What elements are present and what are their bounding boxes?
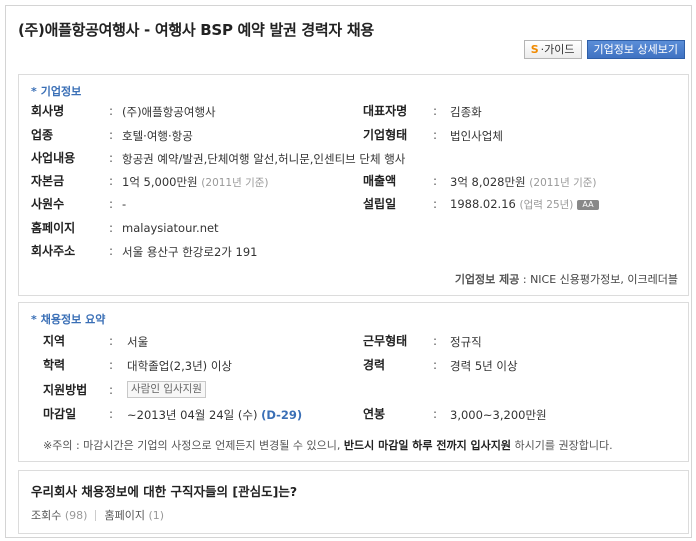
divider xyxy=(95,509,97,521)
sales-note: (2011년 기준) xyxy=(529,177,597,189)
section-heading: * 기업정보 xyxy=(31,83,81,99)
sales-value: 3억 8,028만원 (2011년 기준) xyxy=(450,174,597,190)
job-posting-panel: (주)애플항공여행사 - 여행사 BSP 예약 발권 경력자 채용 S ·가이드… xyxy=(5,5,692,538)
colon: : xyxy=(109,197,114,211)
homepage-visits-count: (1) xyxy=(148,509,165,522)
company-name-value: (주)애플항공여행사 xyxy=(122,105,216,119)
notice-prefix: ※주의 : 마감시간은 기업의 사정으로 언제든지 변경될 수 있으니, xyxy=(43,439,344,452)
salary-label: 연봉 xyxy=(363,406,386,421)
employees-label: 사원수 xyxy=(31,196,65,211)
business-label: 사업내용 xyxy=(31,150,76,165)
business-value: 항공권 예약/발권,단체여행 알선,허니문,인센티브 단체 행사 xyxy=(122,152,406,166)
colon: : xyxy=(433,128,438,142)
capital-amount: 1억 5,000만원 xyxy=(122,175,198,189)
notice-bold: 반드시 마감일 하루 전까지 입사지원 xyxy=(343,439,512,452)
colon: : xyxy=(433,407,438,421)
saramin-apply-button[interactable]: 사람인 입사지원 xyxy=(127,381,206,398)
header-buttons: S ·가이드 기업정보 상세보기 xyxy=(523,40,685,59)
views-count: (98) xyxy=(64,509,88,522)
section-title: 채용정보 요약 xyxy=(40,313,106,326)
homepage-link[interactable]: malaysiatour.net xyxy=(122,221,219,235)
colon: : xyxy=(109,174,114,188)
colon: : xyxy=(109,244,114,258)
company-name-label: 회사명 xyxy=(31,103,65,118)
employees-value: - xyxy=(122,197,127,211)
colon: : xyxy=(109,407,114,421)
company-detail-button[interactable]: 기업정보 상세보기 xyxy=(586,40,685,59)
dday-badge: (D-29) xyxy=(261,408,303,422)
colon: : xyxy=(433,334,438,348)
worktype-value: 정규직 xyxy=(450,335,482,349)
star-icon: * xyxy=(31,313,37,326)
ceo-label: 대표자명 xyxy=(363,103,408,118)
views-label: 조회수 xyxy=(31,509,62,522)
colon: : xyxy=(109,221,114,235)
guide-label: ·가이드 xyxy=(540,43,575,56)
interest-stats: 조회수 (98) 홈페이지 (1) xyxy=(31,507,164,523)
section-heading: * 채용정보 요약 xyxy=(31,311,105,327)
colon: : xyxy=(109,334,114,348)
sales-amount: 3억 8,028만원 xyxy=(450,175,526,189)
homepage-visits-label: 홈페이지 xyxy=(104,509,145,522)
colon: : xyxy=(433,174,438,188)
address-value: 서울 용산구 한강로2가 191 xyxy=(122,245,258,259)
s-logo-icon: S xyxy=(530,43,539,56)
star-icon: * xyxy=(31,85,37,98)
industry-label: 업종 xyxy=(31,127,54,142)
colon: : xyxy=(109,383,114,397)
company-info-section: * 기업정보 회사명 : (주)애플항공여행사 대표자명 : 김종화 업종 : 호… xyxy=(18,74,689,296)
section-title: 기업정보 xyxy=(40,85,82,98)
address-label: 회사주소 xyxy=(31,243,76,258)
region-label: 지역 xyxy=(43,333,66,348)
education-value: 대학졸업(2,3년) 이상 xyxy=(127,359,232,373)
info-source: 기업정보 제공 : NICE 신용평가정보, 이크레더블 xyxy=(455,271,678,287)
homepage-label: 홈페이지 xyxy=(31,220,76,235)
ceo-value: 김종화 xyxy=(450,105,482,119)
colon: : xyxy=(109,151,114,165)
homepage-stat: 홈페이지 (1) xyxy=(104,507,164,523)
sales-label: 매출액 xyxy=(363,173,397,188)
founded-label: 설립일 xyxy=(363,196,397,211)
industry-value: 호텔·여행·항공 xyxy=(122,129,193,143)
colon: : xyxy=(433,197,438,211)
apply-method-label: 지원방법 xyxy=(43,382,88,397)
founded-date: 1988.02.16 xyxy=(450,197,516,211)
company-type-value: 법인사업체 xyxy=(450,129,503,143)
colon: : xyxy=(433,104,438,118)
notice-suffix: 하시기를 권장합니다. xyxy=(511,439,613,452)
colon: : xyxy=(109,104,114,118)
interest-section: 우리회사 채용정보에 대한 구직자들의 [관심도]는? 조회수 (98) 홈페이… xyxy=(18,470,689,534)
worktype-label: 근무형태 xyxy=(363,333,408,348)
apply-method-value: 사람인 입사지원 xyxy=(127,381,206,398)
career-label: 경력 xyxy=(363,357,386,372)
deadline-value: ~2013년 04월 24일 (수) (D-29) xyxy=(127,407,302,423)
source-value: : NICE 신용평가정보, 이크레더블 xyxy=(522,273,678,286)
deadline-notice: ※주의 : 마감시간은 기업의 사정으로 언제든지 변경될 수 있으니, 반드시… xyxy=(43,437,613,453)
company-type-label: 기업형태 xyxy=(363,127,408,142)
capital-label: 자본금 xyxy=(31,173,65,188)
education-label: 학력 xyxy=(43,357,66,372)
colon: : xyxy=(109,358,114,372)
capital-value: 1억 5,000만원 (2011년 기준) xyxy=(122,174,269,190)
region-value: 서울 xyxy=(127,335,149,349)
colon: : xyxy=(433,358,438,372)
credit-grade-badge[interactable]: AA xyxy=(577,199,599,210)
founded-note: (업력 25년) xyxy=(519,199,574,211)
views-stat: 조회수 (98) xyxy=(31,507,87,523)
source-label: 기업정보 제공 xyxy=(454,273,520,286)
founded-value: 1988.02.16 (업력 25년) AA xyxy=(450,197,599,212)
colon: : xyxy=(109,128,114,142)
deadline-label: 마감일 xyxy=(43,406,77,421)
interest-question: 우리회사 채용정보에 대한 구직자들의 [관심도]는? xyxy=(31,484,298,499)
guide-button[interactable]: S ·가이드 xyxy=(523,40,582,59)
recruit-summary-section: * 채용정보 요약 지역 : 서울 근무형태 : 정규직 학력 : 대학졸업(2,… xyxy=(18,302,689,462)
deadline-date: ~2013년 04월 24일 (수) xyxy=(127,408,258,422)
capital-note: (2011년 기준) xyxy=(201,177,269,189)
page-title: (주)애플항공여행사 - 여행사 BSP 예약 발권 경력자 채용 xyxy=(18,21,374,39)
salary-value: 3,000~3,200만원 xyxy=(450,408,547,422)
career-value: 경력 5년 이상 xyxy=(450,359,518,373)
